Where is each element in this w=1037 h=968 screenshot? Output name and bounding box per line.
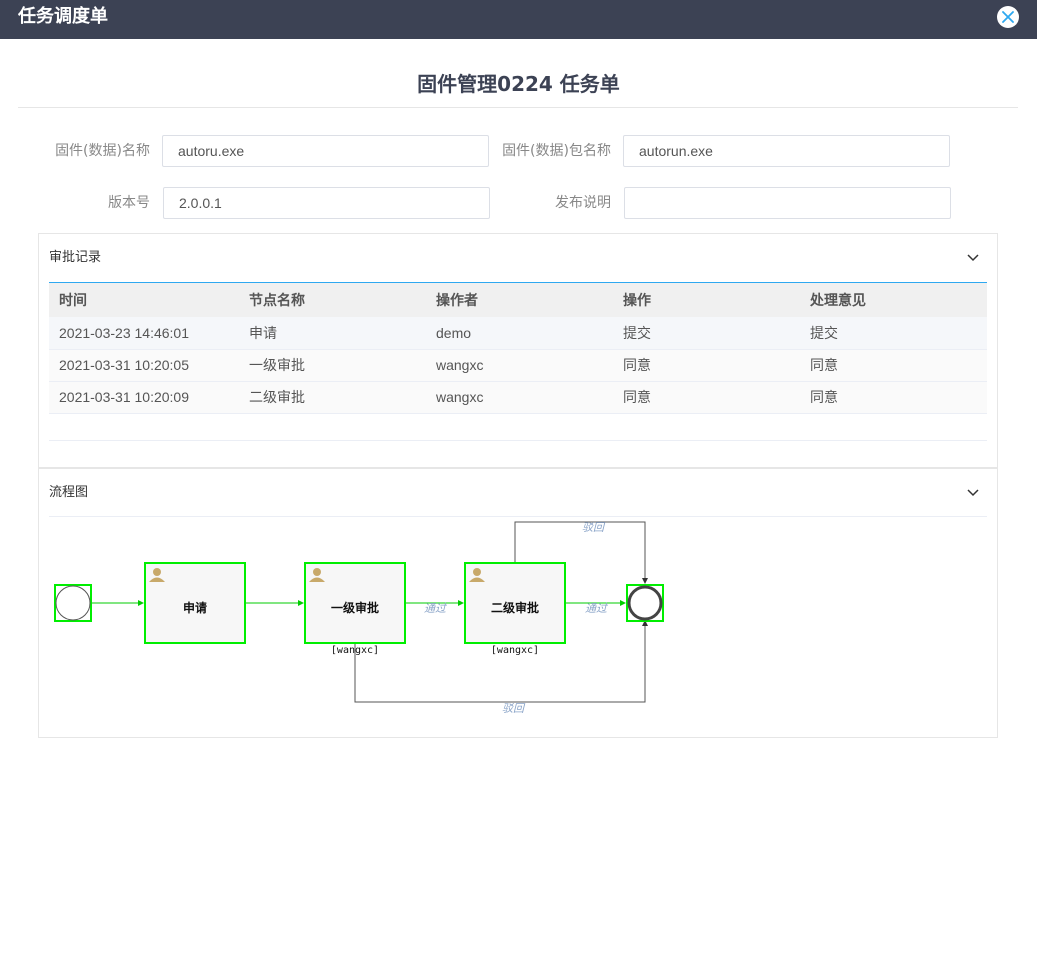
table-cell: 申请 [239,317,426,350]
task-level1-label: 一级审批 [331,600,379,615]
table-header-row: 时间 节点名称 操作者 操作 处理意见 [49,283,987,317]
approval-panel-title: 审批记录 [49,250,102,265]
flow-diagram: 申请 一级审批 [wangxc] 二级审批 [wangxc] 通过 通过 驳回 … [54,521,664,715]
column-header: 时间 [49,283,239,317]
table-cell: 提交 [800,317,987,350]
table-cell: wangxc [426,349,613,382]
table-cell: 一级审批 [239,349,426,382]
release-notes-input[interactable] [624,187,951,219]
end-event[interactable] [627,585,663,621]
title-divider [18,107,1018,108]
table-cell: 2021-03-31 10:20:09 [49,381,239,414]
edge-label-pass2: 通过 [585,602,609,615]
table-cell: wangxc [426,381,613,414]
table-row: 2021-03-31 10:20:05 一级审批 wangxc 同意 同意 [49,349,987,382]
release-notes-label: 发布说明 [555,195,611,211]
package-name-input[interactable] [623,135,950,167]
window-title: 任务调度单 [18,6,108,27]
flow-panel: 流程图 申请 一级审批 [wangxc] 二级审批 [wangxc] 通过 通过… [38,468,998,738]
firmware-name-input[interactable] [162,135,489,167]
edge-label-reject-top: 驳回 [582,521,606,534]
approval-table: 时间 节点名称 操作者 操作 处理意见 2021-03-23 14:46:01 … [49,283,987,414]
task-level2-assignee: [wangxc] [491,645,539,656]
start-event[interactable] [55,585,91,621]
table-row: 2021-03-31 10:20:09 二级审批 wangxc 同意 同意 [49,381,987,414]
package-name-label: 固件(数据)包名称 [502,143,611,159]
table-cell: 提交 [613,317,800,350]
chevron-down-icon[interactable] [966,253,980,263]
table-cell: 同意 [800,349,987,382]
edge-label-pass1: 通过 [424,602,448,615]
approval-panel: 审批记录 时间 节点名称 操作者 操作 处理意见 2021-03-23 14:4… [38,233,998,468]
window-titlebar: 任务调度单 [0,0,1037,39]
table-footer-line [49,440,987,441]
version-input[interactable] [163,187,490,219]
firmware-name-label: 固件(数据)名称 [55,143,150,159]
table-cell: 二级审批 [239,381,426,414]
table-cell: 2021-03-23 14:46:01 [49,317,239,350]
column-header: 处理意见 [800,283,987,317]
close-button[interactable] [997,6,1019,28]
table-cell: 同意 [613,381,800,414]
column-header: 节点名称 [239,283,426,317]
column-header: 操作者 [426,283,613,317]
task-apply-label: 申请 [183,600,207,615]
version-label: 版本号 [108,195,150,211]
page-title: 固件管理0224 任务单 [417,72,620,96]
column-header: 操作 [613,283,800,317]
task-level1-assignee: [wangxc] [331,645,379,656]
table-cell: demo [426,317,613,350]
task-level2-label: 二级审批 [491,600,539,615]
table-cell: 同意 [613,349,800,382]
close-icon [1002,11,1014,23]
table-cell: 2021-03-31 10:20:05 [49,349,239,382]
table-cell: 同意 [800,381,987,414]
table-row: 2021-03-23 14:46:01 申请 demo 提交 提交 [49,317,987,350]
edge-label-reject-bottom: 驳回 [502,702,526,715]
